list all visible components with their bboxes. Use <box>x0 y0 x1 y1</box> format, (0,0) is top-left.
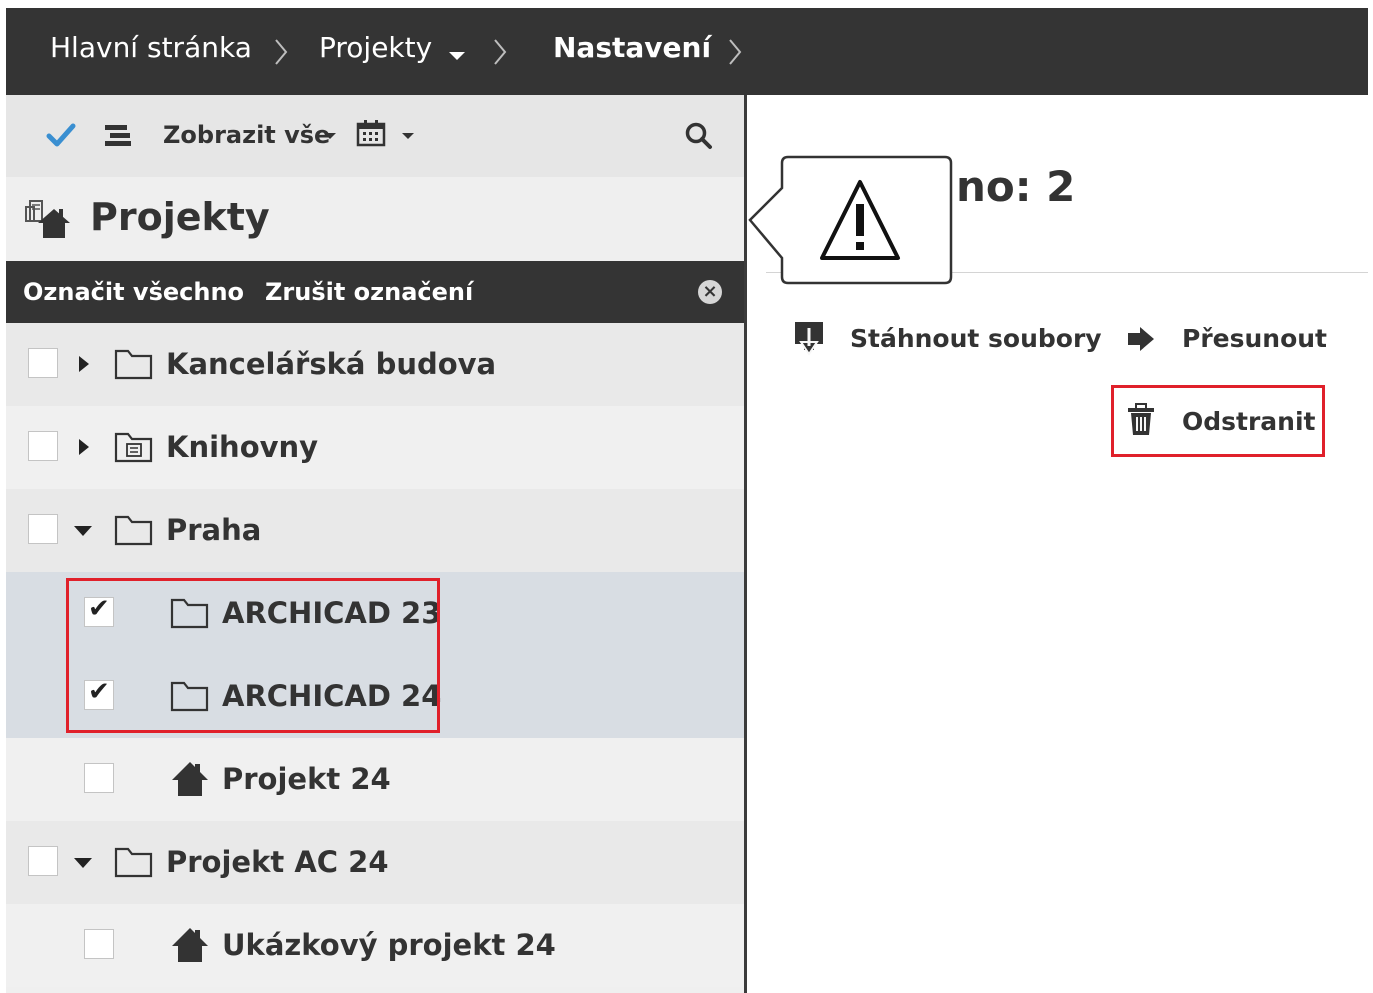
panel-header: Projekty <box>6 177 744 261</box>
tree-row[interactable]: Praha <box>6 489 744 572</box>
tree-row[interactable]: Ukázkový projekt 24 <box>6 904 744 987</box>
tree-item-label: Kancelářská budova <box>166 347 497 381</box>
projects-icon <box>25 200 70 238</box>
select-all-button[interactable]: Označit všechno <box>23 261 244 323</box>
library-folder-icon <box>114 432 153 463</box>
project-house-icon <box>172 762 208 796</box>
tree-item-label: Knihovny <box>166 430 319 464</box>
tree-item-label: Projekt AC 24 <box>166 845 389 879</box>
breadcrumb-projekty[interactable]: Projekty <box>319 8 432 95</box>
selection-highlight <box>66 578 440 733</box>
chevron-down-icon[interactable] <box>324 133 336 139</box>
tree-item-label: Praha <box>166 513 262 547</box>
row-checkbox[interactable] <box>28 348 58 378</box>
calendar-icon[interactable] <box>356 119 386 147</box>
chevron-right-icon <box>494 39 507 65</box>
expand-icon[interactable] <box>79 356 89 372</box>
breadcrumb-current: Nastavení <box>553 31 712 64</box>
folder-icon <box>114 847 153 878</box>
tree-row[interactable]: Projekt AC 24 <box>6 821 744 904</box>
row-checkbox[interactable] <box>28 514 58 544</box>
folder-icon <box>114 515 153 546</box>
chevron-right-icon <box>729 39 742 65</box>
tree-toolbar: Zobrazit vše <box>6 95 744 177</box>
close-icon[interactable]: × <box>698 280 722 304</box>
panel-divider[interactable] <box>744 95 747 993</box>
breadcrumb: Hlavní stránka Projekty Nastavení <box>6 8 1368 95</box>
callout-bubble <box>748 155 953 285</box>
tree-row[interactable]: Projekt 24 <box>6 738 744 821</box>
row-checkbox[interactable] <box>28 431 58 461</box>
view-filter-dropdown[interactable]: Zobrazit vše <box>163 95 330 175</box>
arrow-right-icon[interactable] <box>1126 325 1156 353</box>
list-view-icon[interactable] <box>104 123 134 149</box>
projekty-dropdown-icon[interactable] <box>449 52 465 60</box>
tree-item-label: Ukázkový projekt 24 <box>222 928 556 962</box>
project-tree-panel: Zobrazit vše Projekty Označit všechno Zr… <box>6 95 744 993</box>
download-icon[interactable] <box>792 320 826 358</box>
clear-selection-button[interactable]: Zrušit označení <box>265 261 473 323</box>
calendar-dropdown-icon[interactable] <box>402 133 414 139</box>
tree-row[interactable]: Knihovny <box>6 406 744 489</box>
move-button[interactable]: Přesunout <box>1182 319 1327 359</box>
project-house-icon <box>172 928 208 962</box>
checkmark-icon[interactable] <box>46 122 76 148</box>
row-checkbox[interactable] <box>28 846 58 876</box>
collapse-icon[interactable] <box>74 526 92 536</box>
expand-icon[interactable] <box>79 439 89 455</box>
download-files-button[interactable]: Stáhnout soubory <box>850 319 1102 359</box>
page-title: Projekty <box>90 195 270 239</box>
breadcrumb-home[interactable]: Hlavní stránka <box>50 8 252 95</box>
selection-bar: Označit všechno Zrušit označení × <box>6 261 744 323</box>
tree-row[interactable]: Kancelářská budova <box>6 323 744 406</box>
trash-icon[interactable] <box>1126 403 1156 437</box>
row-checkbox[interactable] <box>84 929 114 959</box>
tree-item-label: Projekt 24 <box>222 762 391 796</box>
warning-callout <box>748 155 953 285</box>
selected-count: no: 2 <box>956 162 1076 211</box>
chevron-right-icon <box>275 39 288 65</box>
row-checkbox[interactable] <box>84 763 114 793</box>
collapse-icon[interactable] <box>74 858 92 868</box>
search-icon[interactable] <box>684 121 714 151</box>
folder-icon <box>114 349 153 380</box>
delete-button[interactable]: Odstranit <box>1182 402 1316 442</box>
